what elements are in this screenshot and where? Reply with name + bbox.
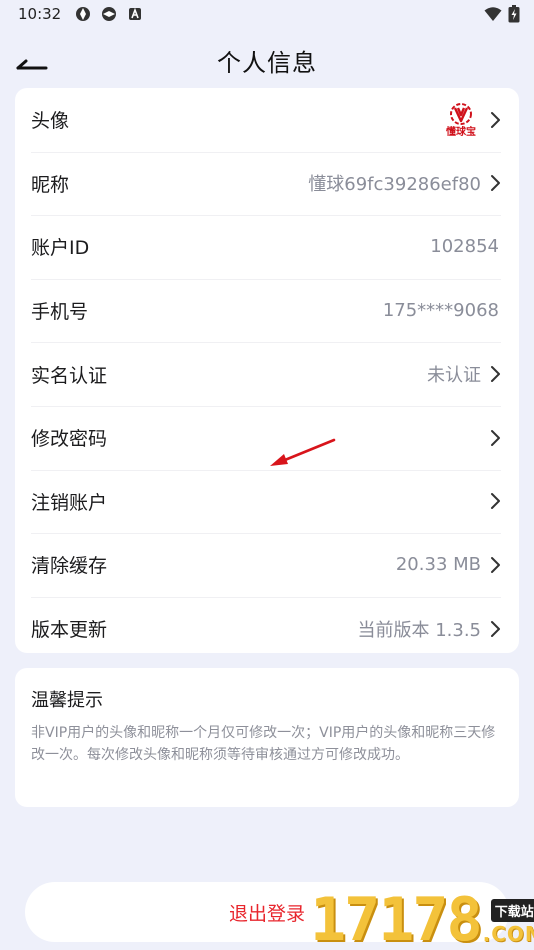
row-label-avatar: 头像 bbox=[31, 110, 70, 133]
row-real-name-verification[interactable]: 实名认证 未认证 bbox=[15, 342, 519, 406]
row-value-verification: 未认证 bbox=[427, 365, 481, 387]
tips-card: 温馨提示 非VIP用户的头像和昵称一个月仅可修改一次；VIP用户的头像和昵称三天… bbox=[15, 668, 519, 807]
status-time: 10:32 bbox=[18, 5, 62, 23]
chevron-right-icon bbox=[491, 175, 500, 192]
avatar-brand-text: 懂球宝 bbox=[446, 126, 476, 138]
row-label-change-password: 修改密码 bbox=[31, 428, 108, 451]
chevron-right-icon bbox=[491, 429, 500, 446]
row-value-account-id: 102854 bbox=[430, 236, 499, 258]
row-clear-cache[interactable]: 清除缓存 20.33 MB bbox=[15, 533, 519, 597]
row-account-id: 账户ID 102854 bbox=[15, 215, 519, 279]
avatar[interactable]: 懂球宝 bbox=[441, 100, 481, 140]
row-value-nickname: 懂球69fc39286ef80 bbox=[308, 174, 481, 196]
tips-text: 非VIP用户的头像和昵称一个月仅可修改一次；VIP用户的头像和昵称三天修改一次。… bbox=[31, 725, 496, 763]
row-change-password[interactable]: 修改密码 bbox=[15, 405, 519, 470]
row-value-version: 当前版本 1.3.5 bbox=[357, 619, 481, 641]
row-label-delete-account: 注销账户 bbox=[31, 491, 108, 514]
row-value-phone: 175****9068 bbox=[382, 300, 499, 322]
row-phone: 手机号 175****9068 bbox=[15, 278, 519, 343]
tips-title: 温馨提示 bbox=[31, 690, 103, 711]
nav-bar: 个人信息 bbox=[0, 36, 534, 84]
row-label-version-update: 版本更新 bbox=[31, 619, 108, 642]
row-version-update[interactable]: 版本更新 当前版本 1.3.5 bbox=[15, 596, 519, 661]
row-label-account-id: 账户ID bbox=[31, 237, 90, 260]
row-value-clear-cache: 20.33 MB bbox=[395, 554, 481, 576]
row-label-verification: 实名认证 bbox=[31, 364, 108, 387]
chevron-right-icon bbox=[491, 111, 500, 128]
row-avatar[interactable]: 头像 懂球宝 bbox=[15, 88, 519, 152]
app-notification-icon bbox=[129, 7, 142, 20]
row-label-clear-cache: 清除缓存 bbox=[31, 555, 108, 578]
row-label-phone: 手机号 bbox=[31, 301, 89, 324]
sync-icon bbox=[76, 7, 91, 21]
back-arrow-icon[interactable] bbox=[14, 46, 50, 74]
row-label-nickname: 昵称 bbox=[31, 173, 70, 196]
row-delete-account[interactable]: 注销账户 bbox=[15, 469, 519, 534]
status-bar: 10:32 bbox=[0, 0, 534, 28]
chevron-right-icon bbox=[491, 493, 500, 510]
chevron-right-icon bbox=[491, 366, 500, 383]
chevron-right-icon bbox=[491, 556, 500, 573]
chevron-right-icon bbox=[491, 620, 500, 637]
row-nickname[interactable]: 昵称 懂球69fc39286ef80 bbox=[15, 151, 519, 216]
logout-button[interactable]: 退出登录 bbox=[25, 882, 509, 942]
brand-logo-icon bbox=[450, 102, 472, 125]
sync-icon-2 bbox=[102, 7, 117, 21]
status-right bbox=[484, 5, 520, 23]
page-title: 个人信息 bbox=[217, 48, 317, 77]
battery-icon bbox=[508, 5, 520, 23]
wifi-icon bbox=[484, 7, 502, 21]
profile-settings-card: 头像 懂球宝 昵称 懂球69fc39286ef80 账户ID 102854 手机… bbox=[15, 88, 519, 653]
